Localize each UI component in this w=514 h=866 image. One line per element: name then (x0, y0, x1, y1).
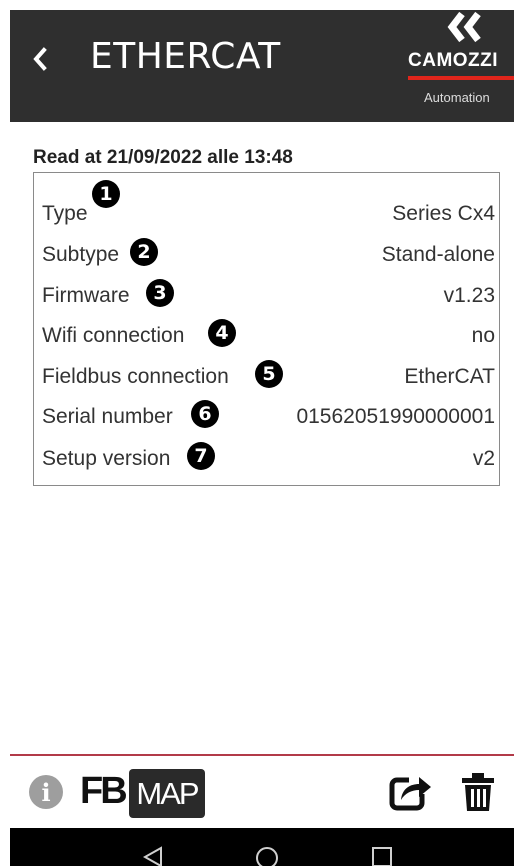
callout-badge: 2 (130, 238, 158, 266)
row-value: v1.23 (443, 284, 495, 307)
row-value: no (471, 324, 495, 347)
nav-home-icon[interactable] (255, 846, 279, 866)
share-icon[interactable] (389, 770, 433, 812)
row-value: v2 (472, 447, 495, 470)
logo-wordmark: CAMOZZI (408, 50, 499, 71)
row-value: Series Cx4 (392, 202, 495, 225)
callout-badge: 1 (92, 180, 120, 208)
header-bar: ETHERCAT CAMOZZI Automation (10, 10, 514, 122)
row-label: Type (42, 202, 88, 225)
info-row-wifi: Wifi connection 4 no (42, 319, 495, 360)
back-button[interactable] (28, 42, 52, 76)
info-row-fieldbus: Fieldbus connection 5 EtherCAT (42, 360, 495, 401)
logo-tagline: Automation (424, 90, 490, 105)
trash-icon[interactable] (461, 772, 495, 812)
logo-mark-icon (447, 11, 481, 43)
row-label: Fieldbus connection (42, 365, 229, 388)
camozzi-logo: CAMOZZI Automation (406, 10, 514, 122)
nav-back-icon[interactable] (142, 846, 164, 866)
callout-badge: 4 (208, 319, 236, 347)
info-row-setup-version: Setup version 7 v2 (42, 442, 495, 483)
info-row-firmware: Firmware 3 v1.23 (42, 279, 495, 320)
page-title: ETHERCAT (90, 36, 281, 77)
callout-badge: 6 (191, 400, 219, 428)
row-label: Subtype (42, 243, 120, 266)
logo-accent-line (408, 76, 514, 80)
callout-badge: 5 (255, 360, 283, 388)
row-value: Stand-alone (381, 243, 495, 266)
row-label: Firmware (42, 284, 130, 307)
device-info-panel: Type 1 Series Cx4 Subtype 2 Stand-alone … (33, 172, 500, 486)
info-row-type: Type 1 Series Cx4 (42, 180, 495, 238)
app-screen: ETHERCAT CAMOZZI Automation Read at 21/0… (10, 10, 514, 866)
info-row-serial: Serial number 6 01562051990000001 (42, 400, 495, 441)
chevron-left-icon (33, 47, 47, 71)
callout-badge: 3 (146, 279, 174, 307)
row-label: Serial number (42, 405, 173, 428)
row-label: Setup version (42, 447, 171, 470)
bottom-toolbar: i FB MAP (10, 756, 514, 828)
info-icon[interactable]: i (29, 775, 63, 809)
info-row-subtype: Subtype 2 Stand-alone (42, 238, 495, 279)
callout-badge: 7 (187, 442, 215, 470)
row-value: 01562051990000001 (296, 405, 495, 428)
nav-recents-icon[interactable] (371, 846, 393, 866)
row-label: Wifi connection (42, 324, 185, 347)
fb-button[interactable]: FB (80, 770, 128, 813)
android-nav-bar (10, 828, 514, 866)
map-button[interactable]: MAP (129, 769, 205, 818)
row-value: EtherCAT (404, 365, 495, 388)
read-timestamp: Read at 21/09/2022 alle 13:48 (33, 147, 293, 168)
